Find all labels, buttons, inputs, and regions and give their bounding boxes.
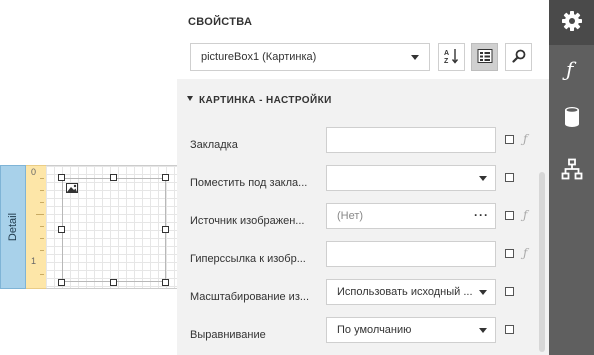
section-header[interactable]: КАРТИНКА - НАСТРОЙКИ [177,79,549,121]
report-explorer-tab-button[interactable] [549,148,594,193]
resize-handle-bottom[interactable] [110,279,117,286]
property-row-bookmark: Закладка ƒ [177,127,537,165]
band-label: Detail [7,212,19,242]
database-icon [563,106,581,131]
ruler-tick [40,250,44,251]
collapse-arrow-icon [187,96,193,101]
scrollbar[interactable] [539,172,545,352]
report-designer-surface: Detail 0 1 [0,0,177,355]
property-checkbox[interactable] [505,325,514,334]
categorized-view-button[interactable] [471,43,498,71]
resize-handle-bottom-left[interactable] [58,279,65,286]
image-source-placeholder: (Нет) [337,210,364,222]
property-label: Выравнивание [190,329,266,341]
svg-text:ƒ: ƒ [562,58,577,80]
expression-icon[interactable]: ƒ [523,246,527,260]
expression-icon[interactable]: ƒ [523,208,527,222]
right-toolbar: ƒ [549,0,594,355]
svg-text:Z: Z [444,58,449,65]
categories-icon [477,48,493,67]
chevron-down-icon [479,176,487,181]
hyperlink-input[interactable] [326,241,496,267]
ruler-mark-1: 1 [31,256,37,266]
picture-icon [66,182,78,193]
search-icon [511,49,526,66]
property-checkbox[interactable] [505,173,514,182]
property-label: Гиперссылка к изобр... [190,253,306,265]
svg-text:A: A [444,50,449,57]
data-source-tab-button[interactable] [549,96,594,141]
object-selector-value: pictureBox1 (Картинка) [201,51,317,63]
sort-az-icon: A Z [443,47,461,68]
resize-handle-bottom-right[interactable] [162,279,169,286]
properties-panel: СВОЙСТВА pictureBox1 (Картинка) A Z КАРТ… [177,0,549,355]
sizing-select[interactable]: Использовать исходный ... [326,279,496,305]
property-checkbox[interactable] [505,135,514,144]
hierarchy-icon [561,158,583,183]
property-label: Закладка [190,139,238,151]
property-label: Поместить под закла... [190,177,308,189]
property-row-sizing: Масштабирование из... Использовать исход… [177,279,537,317]
gear-icon [561,10,583,35]
ruler-tick [36,214,44,215]
parent-bookmark-select[interactable] [326,165,496,191]
property-checkbox[interactable] [505,211,514,220]
property-label: Масштабирование из... [190,291,310,303]
ruler-tick [40,238,44,239]
search-button[interactable] [505,43,532,71]
select-value: Использовать исходный ... [337,286,473,298]
resize-handle-top-left[interactable] [58,174,65,181]
property-label: Источник изображен... [190,215,305,227]
ruler-tick [40,274,44,275]
panel-title: СВОЙСТВА [188,16,253,28]
properties-tab-button[interactable] [549,0,594,45]
chevron-down-icon [411,55,419,60]
property-row-image-source: Источник изображен... (Нет) ··· ƒ [177,203,537,241]
picturebox-control[interactable] [62,178,166,282]
section-title: КАРТИНКА - НАСТРОЙКИ [199,95,332,106]
property-checkbox[interactable] [505,287,514,296]
ruler-tick [40,178,44,179]
ruler-tick [40,190,44,191]
resize-handle-right[interactable] [162,226,169,233]
ruler-tick [40,226,44,227]
ruler-tick [40,202,44,203]
expression-icon[interactable]: ƒ [523,132,527,146]
property-row-parent-bookmark: Поместить под закла... [177,165,537,203]
object-selector[interactable]: pictureBox1 (Картинка) [190,43,430,71]
property-row-hyperlink: Гиперссылка к изобр... ƒ [177,241,537,279]
alignment-select[interactable]: По умолчанию [326,317,496,343]
vertical-ruler: 0 1 [26,165,46,289]
chevron-down-icon [479,328,487,333]
bookmark-input[interactable] [326,127,496,153]
resize-handle-top[interactable] [110,174,117,181]
resize-handle-top-right[interactable] [162,174,169,181]
function-icon: ƒ [562,57,582,83]
select-value: По умолчанию [337,324,412,336]
detail-band-tab[interactable]: Detail [0,165,26,289]
expressions-tab-button[interactable]: ƒ [549,48,594,93]
properties-list: Закладка ƒ Поместить под закла... Источн… [177,121,549,355]
property-checkbox[interactable] [505,249,514,258]
ruler-mark-0: 0 [31,167,37,177]
sort-alphabetical-button[interactable]: A Z [438,43,465,71]
ellipsis-icon[interactable]: ··· [474,209,489,221]
resize-handle-left[interactable] [58,226,65,233]
image-source-editor[interactable]: (Нет) ··· [326,203,496,229]
chevron-down-icon [479,290,487,295]
property-row-alignment: Выравнивание По умолчанию [177,317,537,355]
